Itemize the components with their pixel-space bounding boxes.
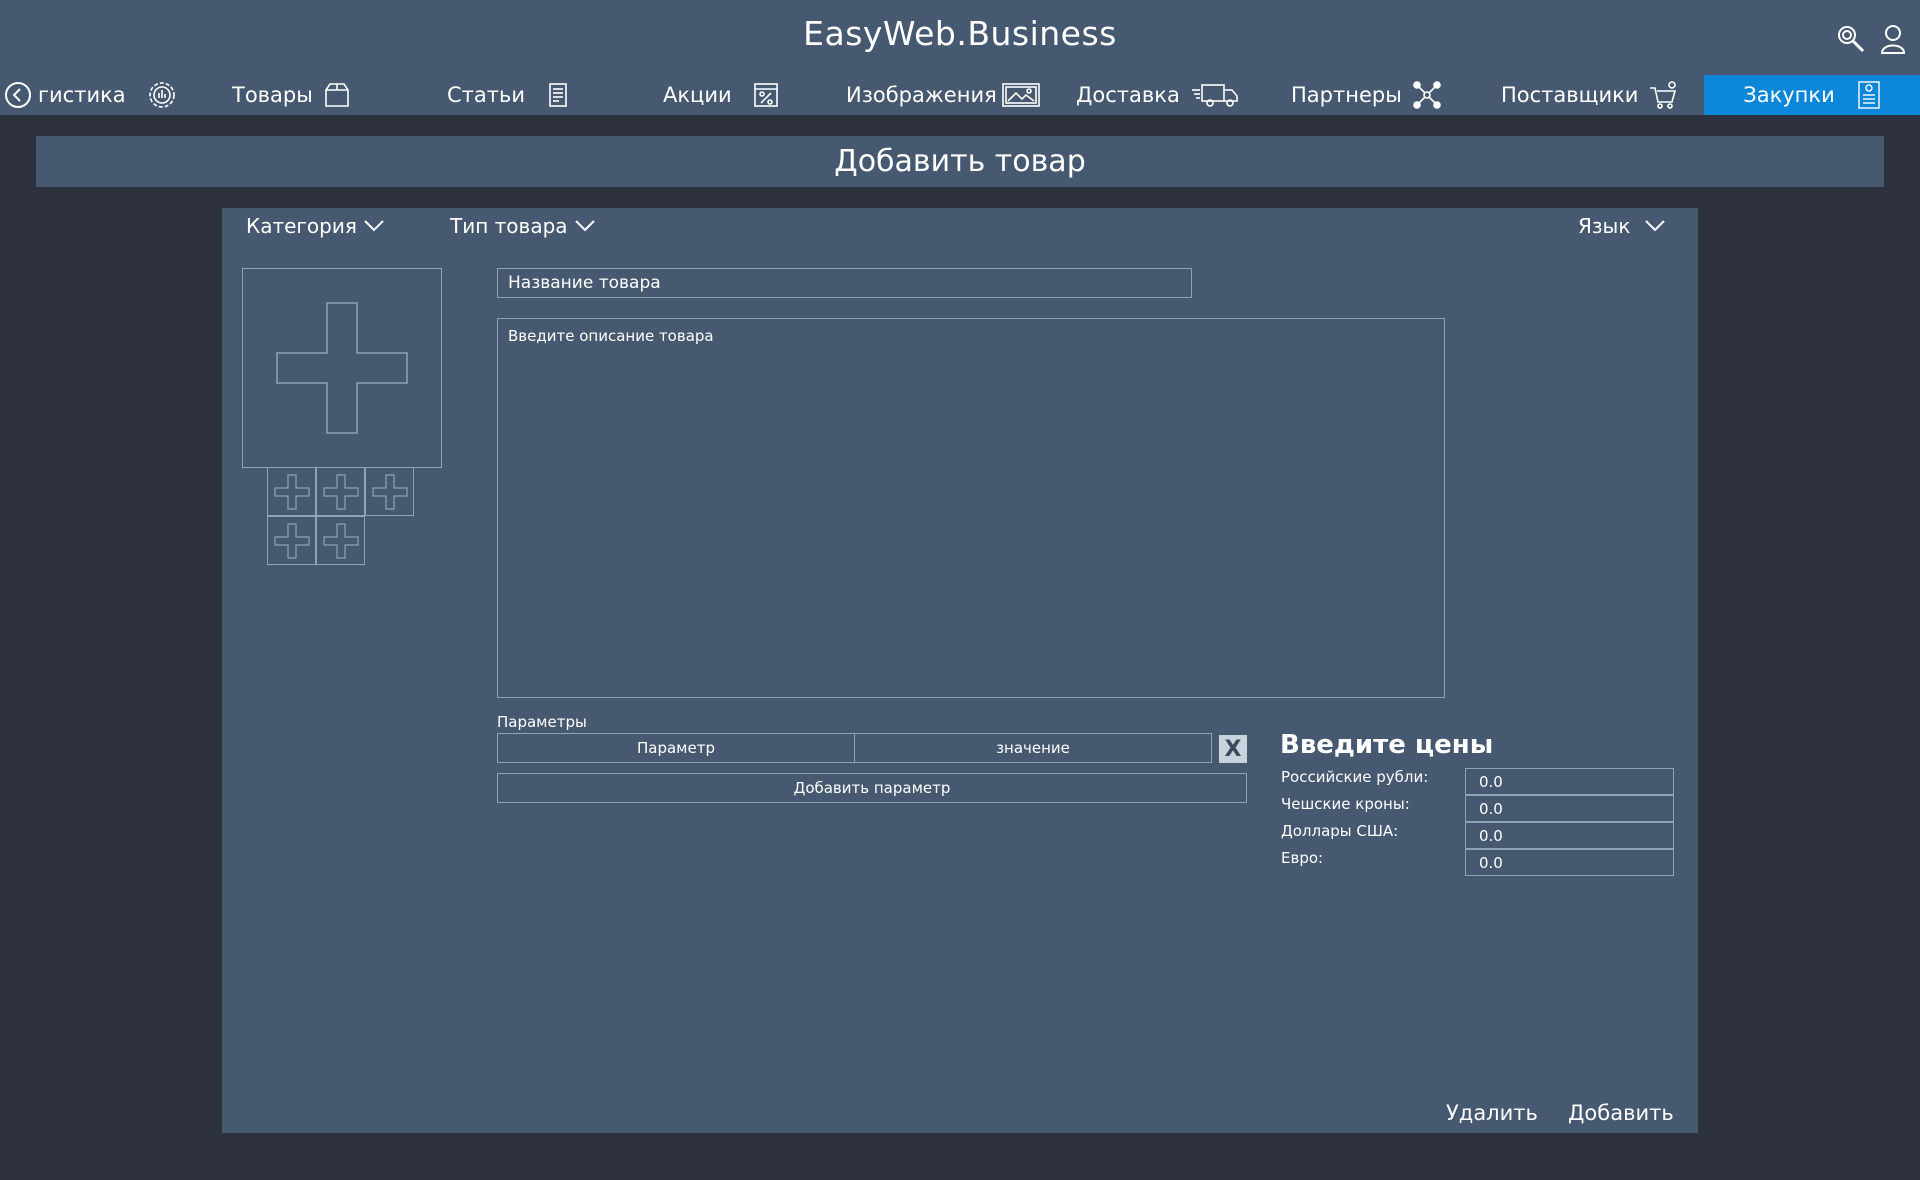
nav-label: Доставка xyxy=(1076,83,1180,107)
prices-title: Введите цены xyxy=(1280,730,1494,760)
remove-param-button[interactable]: X xyxy=(1219,735,1247,763)
chevron-left-icon xyxy=(5,82,31,108)
brand-title: EasyWeb.Business xyxy=(803,14,1117,53)
category-label: Категория xyxy=(246,214,357,238)
price-label-eur: Евро: xyxy=(1281,849,1324,867)
param-value-input[interactable] xyxy=(854,733,1212,763)
product-description-input[interactable] xyxy=(497,318,1445,698)
add-param-button[interactable]: Добавить параметр xyxy=(497,773,1247,803)
chevron-down-icon xyxy=(1645,220,1666,232)
document-icon xyxy=(549,83,567,107)
main-nav: гистика Товары Статьи Акции Изображения xyxy=(0,75,1920,115)
plus-icon xyxy=(273,522,310,559)
price-input-czk[interactable] xyxy=(1465,795,1674,822)
param-name-input[interactable] xyxy=(497,733,855,763)
nav-item-suppliers[interactable]: Поставщики xyxy=(1501,75,1678,115)
nav-back-button[interactable] xyxy=(4,81,32,109)
user-icon[interactable] xyxy=(1880,24,1906,54)
discount-icon xyxy=(753,83,778,107)
price-input-rub[interactable] xyxy=(1465,768,1674,795)
nav-item-articles[interactable]: Статьи xyxy=(447,75,571,115)
analytics-icon xyxy=(148,82,175,108)
price-label-rub: Российские рубли: xyxy=(1281,768,1429,786)
params-label: Параметры xyxy=(497,713,587,731)
product-type-dropdown[interactable]: Тип товара xyxy=(450,214,596,238)
add-button[interactable]: Добавить xyxy=(1568,1101,1674,1125)
partners-icon xyxy=(1412,81,1441,109)
plus-icon xyxy=(322,522,359,559)
language-label: Язык xyxy=(1578,214,1631,238)
nav-item-promotions[interactable]: Акции xyxy=(663,75,780,115)
product-name-input[interactable] xyxy=(497,268,1192,298)
main-image-upload[interactable] xyxy=(242,268,442,468)
page-title: Добавить товар xyxy=(36,136,1884,187)
nav-label: Акции xyxy=(663,83,732,107)
image-slot-5[interactable] xyxy=(316,516,365,565)
image-icon xyxy=(1001,83,1040,107)
receipt-icon xyxy=(1858,81,1880,109)
image-slot-3[interactable] xyxy=(365,467,414,516)
chevron-down-icon xyxy=(574,220,595,232)
image-slot-4[interactable] xyxy=(267,516,316,565)
box-icon xyxy=(325,83,349,107)
truck-icon xyxy=(1191,84,1238,107)
nav-label: Поставщики xyxy=(1501,83,1639,107)
nav-item-purchases[interactable]: Закупки xyxy=(1704,75,1920,115)
nav-label: Статьи xyxy=(447,83,526,107)
price-input-eur[interactable] xyxy=(1465,849,1674,876)
nav-item-delivery[interactable]: Доставка xyxy=(1076,75,1240,115)
chevron-down-icon xyxy=(364,220,384,232)
plus-icon xyxy=(371,473,408,510)
plus-icon xyxy=(273,473,310,510)
nav-label: Товары xyxy=(232,83,313,107)
nav-item-partners[interactable]: Партнеры xyxy=(1291,75,1442,115)
delete-button[interactable]: Удалить xyxy=(1446,1101,1538,1125)
nav-label: Изображения xyxy=(846,83,997,107)
price-input-usd[interactable] xyxy=(1465,822,1674,849)
search-icon[interactable] xyxy=(1836,24,1866,54)
add-product-panel: Категория Тип товара Язык Параметры X До… xyxy=(222,208,1698,1133)
category-dropdown[interactable]: Категория xyxy=(246,214,385,238)
nav-item-analytics[interactable]: гистика xyxy=(38,75,176,115)
image-slot-1[interactable] xyxy=(267,467,316,516)
nav-label: гистика xyxy=(38,83,126,107)
price-label-usd: Доллары США: xyxy=(1281,822,1399,840)
nav-item-images[interactable]: Изображения xyxy=(846,75,1041,115)
top-icons xyxy=(1836,24,1906,54)
nav-label: Партнеры xyxy=(1291,83,1402,107)
price-label-czk: Чешские кроны: xyxy=(1281,795,1410,813)
cart-icon xyxy=(1650,81,1677,109)
language-dropdown[interactable]: Язык xyxy=(1578,214,1666,238)
product-type-label: Тип товара xyxy=(450,214,568,238)
nav-item-products[interactable]: Товары xyxy=(232,75,351,115)
top-bar: EasyWeb.Business гистика Товары Статьи А… xyxy=(0,0,1920,115)
image-slot-2[interactable] xyxy=(316,467,365,516)
plus-icon xyxy=(276,302,408,434)
nav-label: Закупки xyxy=(1743,83,1835,107)
plus-icon xyxy=(322,473,359,510)
